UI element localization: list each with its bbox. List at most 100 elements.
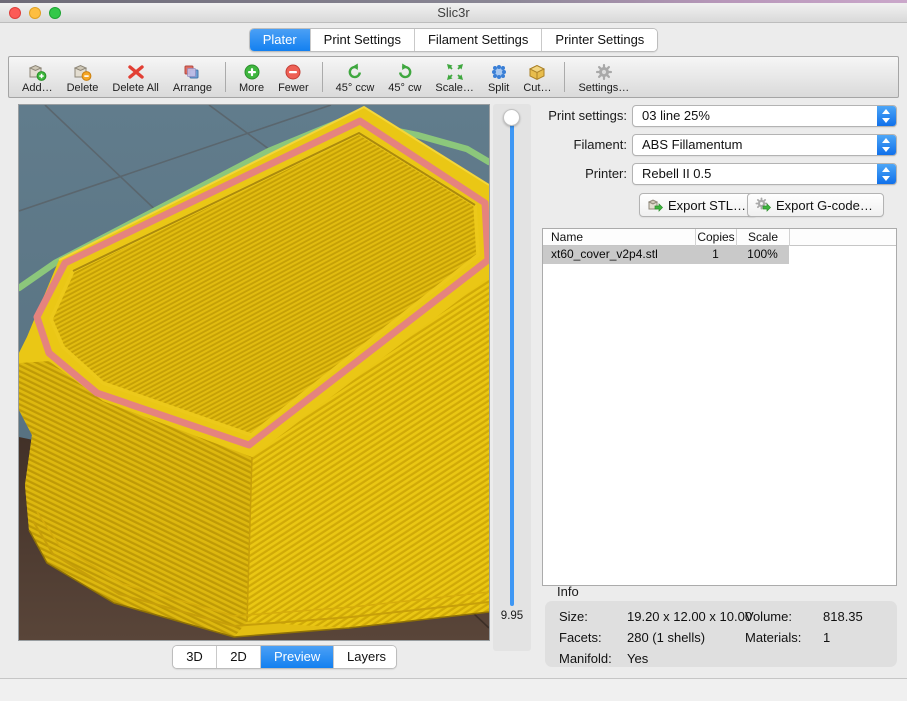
- split-button[interactable]: Split: [481, 57, 516, 97]
- settings-button[interactable]: Settings…: [571, 57, 636, 97]
- dropdown-stepper-icon: [877, 135, 896, 155]
- export-gcode-icon: [755, 197, 771, 213]
- print-settings-label: Print settings:: [540, 105, 627, 127]
- printer-select[interactable]: Rebell II 0.5: [632, 163, 897, 185]
- arrange-cubes-icon: [181, 61, 203, 82]
- more-plus-icon: [243, 61, 261, 82]
- volume-value: 818.35: [823, 609, 863, 624]
- column-header-copies: Copies: [695, 229, 736, 246]
- object-list-header: Name Copies Scale: [543, 229, 896, 246]
- settings-panel: Print settings: 03 line 25% Filament: AB…: [540, 98, 900, 678]
- rotate-cw-icon: [395, 61, 415, 82]
- layer-slider-value: 9.95: [493, 610, 531, 622]
- tab-print-settings[interactable]: Print Settings: [311, 29, 415, 51]
- export-stl-label: Export STL…: [668, 198, 746, 213]
- filament-label: Filament:: [540, 134, 627, 156]
- printer-label: Printer:: [540, 163, 627, 185]
- view-tab-layers[interactable]: Layers: [334, 646, 396, 668]
- column-header-name: Name: [543, 229, 695, 246]
- layer-slider-track[interactable]: [510, 120, 514, 606]
- manifold-label: Manifold:: [559, 651, 612, 666]
- row-scale: 100%: [736, 246, 789, 264]
- delete-all-icon: [126, 61, 146, 82]
- toolbar-separator: [225, 62, 226, 92]
- main-area: 9.95 3D 2D Preview Layers Print settings…: [0, 98, 907, 678]
- status-bar: [0, 678, 907, 701]
- materials-value: 1: [823, 630, 830, 645]
- slic3r-window: Slic3r Plater Print Settings Filament Se…: [0, 0, 907, 701]
- info-section-title: Info: [557, 584, 579, 599]
- arrange-button[interactable]: Arrange: [166, 57, 219, 97]
- title-bar[interactable]: Slic3r: [0, 3, 907, 23]
- rotate-cw-button[interactable]: 45° cw: [381, 57, 428, 97]
- view-tab-3d[interactable]: 3D: [173, 646, 217, 668]
- export-gcode-button[interactable]: Export G-code…: [747, 193, 884, 217]
- split-dots-icon: [489, 61, 509, 82]
- delete-button[interactable]: Delete: [60, 57, 106, 97]
- tab-filament-settings[interactable]: Filament Settings: [415, 29, 542, 51]
- toolbar: Add… Delete Delete All: [8, 56, 899, 98]
- fewer-minus-icon: [284, 61, 302, 82]
- view-mode-tabs: 3D 2D Preview Layers: [172, 645, 397, 669]
- manifold-value: Yes: [627, 651, 648, 666]
- export-stl-button[interactable]: Export STL…: [639, 193, 757, 217]
- view-tab-2d[interactable]: 2D: [217, 646, 261, 668]
- main-tab-bar: Plater Print Settings Filament Settings …: [0, 23, 907, 56]
- materials-label: Materials:: [745, 630, 801, 645]
- facets-label: Facets:: [559, 630, 602, 645]
- layer-slider: 9.95: [493, 104, 531, 651]
- printer-value: Rebell II 0.5: [642, 164, 711, 184]
- print-settings-select[interactable]: 03 line 25%: [632, 105, 897, 127]
- toolbar-separator: [564, 62, 565, 92]
- scale-label: Scale…: [435, 82, 474, 94]
- view-tab-preview[interactable]: Preview: [261, 646, 334, 668]
- filament-value: ABS Fillamentum: [642, 135, 742, 155]
- window-title: Slic3r: [0, 5, 907, 20]
- rotate-cw-label: 45° cw: [388, 82, 421, 94]
- cut-button[interactable]: Cut…: [516, 57, 558, 97]
- rotate-ccw-button[interactable]: 45° ccw: [329, 57, 382, 97]
- row-copies: 1: [695, 246, 736, 264]
- tab-plater[interactable]: Plater: [250, 29, 311, 51]
- arrange-label: Arrange: [173, 82, 212, 94]
- layer-slider-knob[interactable]: [503, 109, 520, 126]
- add-label: Add…: [22, 82, 53, 94]
- tab-printer-settings[interactable]: Printer Settings: [542, 29, 657, 51]
- settings-label: Settings…: [578, 82, 629, 94]
- scale-button[interactable]: Scale…: [428, 57, 481, 97]
- filament-select[interactable]: ABS Fillamentum: [632, 134, 897, 156]
- column-header-scale: Scale: [736, 229, 789, 246]
- settings-gear-icon: [594, 61, 614, 82]
- delete-label: Delete: [67, 82, 99, 94]
- scale-arrows-icon: [445, 61, 465, 82]
- facets-value: 280 (1 shells): [627, 630, 705, 645]
- fewer-label: Fewer: [278, 82, 309, 94]
- more-button[interactable]: More: [232, 57, 271, 97]
- row-object-name: xt60_cover_v2p4.stl: [543, 246, 695, 264]
- add-package-icon: [26, 61, 48, 82]
- object-list-table: Name Copies Scale xt60_cover_v2p4.stl 1 …: [542, 228, 897, 586]
- toolbar-separator: [322, 62, 323, 92]
- print-settings-value: 03 line 25%: [642, 106, 710, 126]
- split-label: Split: [488, 82, 509, 94]
- delete-all-button[interactable]: Delete All: [105, 57, 165, 97]
- info-box: Size: 19.20 x 12.00 x 10.00 Volume: 818.…: [545, 601, 897, 667]
- column-divider: [789, 229, 790, 246]
- cut-box-icon: [527, 61, 547, 82]
- export-stl-icon: [647, 197, 663, 213]
- rotate-ccw-label: 45° ccw: [336, 82, 375, 94]
- dropdown-stepper-icon: [877, 164, 896, 184]
- dropdown-stepper-icon: [877, 106, 896, 126]
- more-label: More: [239, 82, 264, 94]
- size-label: Size:: [559, 609, 588, 624]
- export-gcode-label: Export G-code…: [776, 198, 873, 213]
- fewer-button[interactable]: Fewer: [271, 57, 316, 97]
- size-value: 19.20 x 12.00 x 10.00: [627, 609, 752, 624]
- add-button[interactable]: Add…: [15, 57, 60, 97]
- delete-package-icon: [71, 61, 93, 82]
- volume-label: Volume:: [745, 609, 792, 624]
- table-row[interactable]: xt60_cover_v2p4.stl 1 100%: [543, 246, 789, 264]
- cut-label: Cut…: [523, 82, 551, 94]
- 3d-viewport[interactable]: [18, 104, 490, 641]
- rotate-ccw-icon: [345, 61, 365, 82]
